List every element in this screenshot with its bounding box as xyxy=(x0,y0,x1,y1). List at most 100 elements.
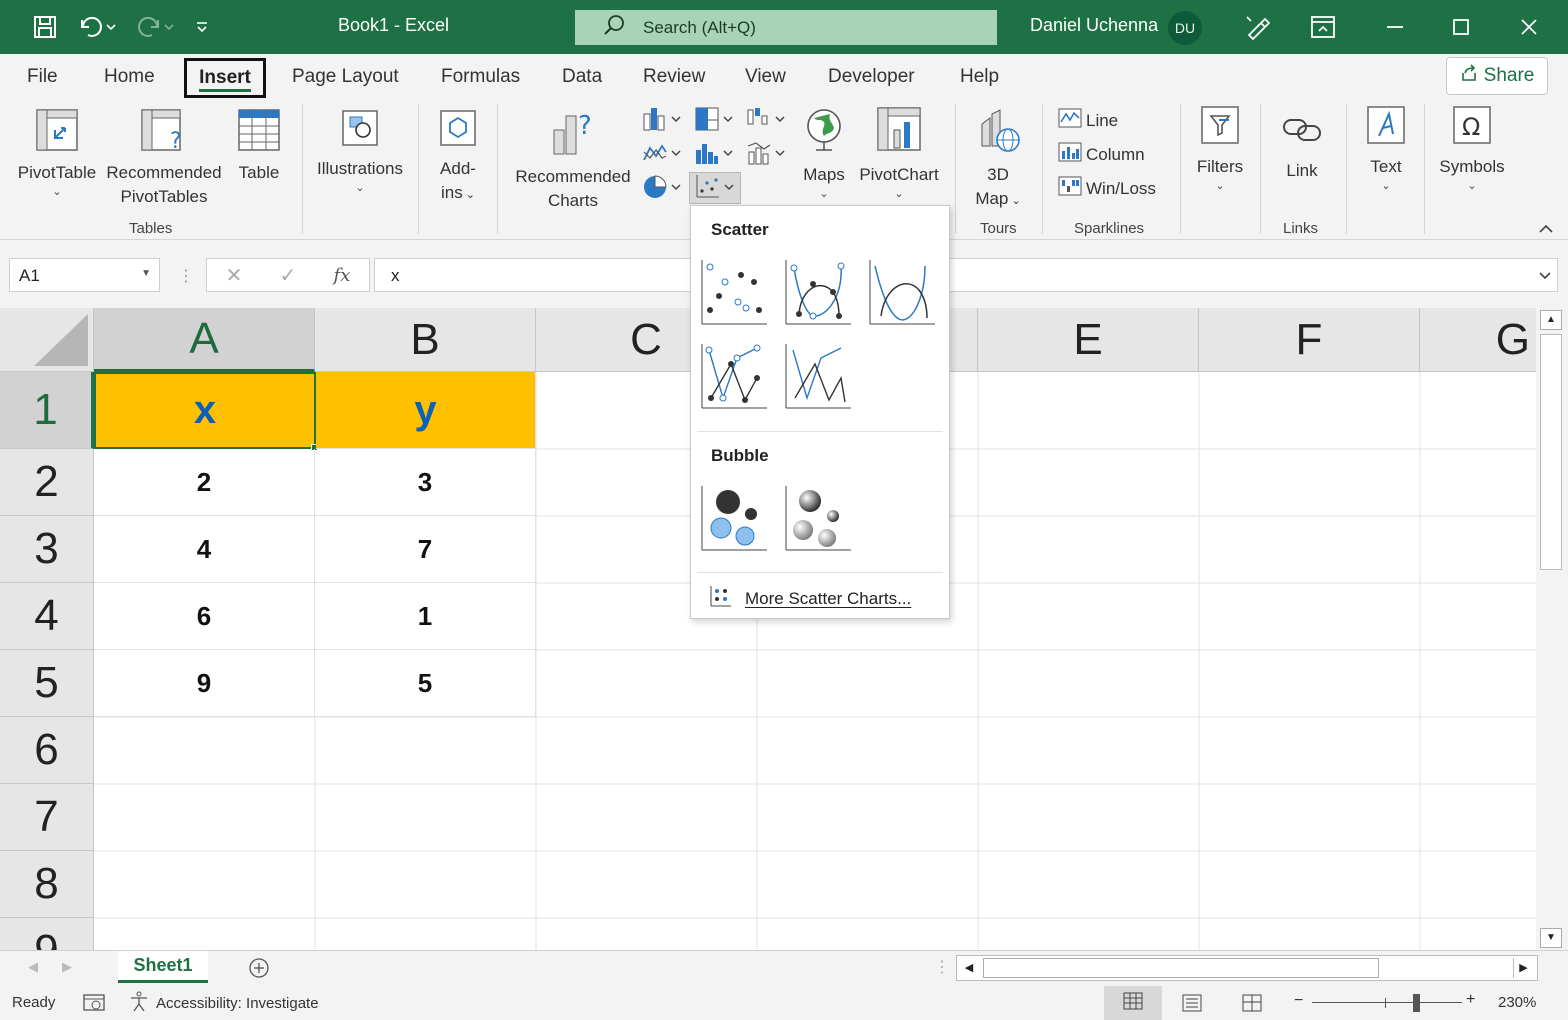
next-sheet-icon[interactable]: ▶ xyxy=(62,959,72,975)
chevron-down-icon[interactable]: ▼ xyxy=(141,268,151,279)
scatter-straight-markers-option[interactable] xyxy=(701,342,767,410)
sparkline-line-button[interactable]: Line xyxy=(1058,108,1118,133)
normal-view-button[interactable] xyxy=(1104,986,1162,1020)
link-button[interactable]: Link xyxy=(1276,110,1328,183)
recommended-charts-button[interactable]: ? Recommended Charts xyxy=(510,108,636,213)
macro-recording-icon[interactable] xyxy=(82,992,106,1016)
undo-icon[interactable] xyxy=(74,10,118,44)
vertical-scroll-thumb[interactable] xyxy=(1540,334,1562,570)
tab-data[interactable]: Data xyxy=(562,66,602,88)
zoom-slider[interactable] xyxy=(1312,1002,1462,1003)
tab-file[interactable]: File xyxy=(27,66,58,88)
cancel-icon[interactable]: ✕ xyxy=(226,263,243,288)
svg-text:?: ? xyxy=(170,129,182,152)
sheet-tab-sheet1[interactable]: Sheet1 xyxy=(118,951,208,983)
vertical-scrollbar[interactable]: ▲ ▼ xyxy=(1536,308,1568,950)
tab-insert[interactable]: Insert xyxy=(184,58,266,98)
zoom-level[interactable]: 230% xyxy=(1498,994,1536,1011)
3d-map-button[interactable]: 3D Map ⌄ xyxy=(966,106,1030,213)
horizontal-scrollbar[interactable]: ◀ ▶ xyxy=(956,955,1538,981)
ribbon-display-icon[interactable] xyxy=(1306,10,1340,44)
accessibility-status[interactable]: Accessibility: Investigate xyxy=(128,990,319,1016)
pivotchart-button[interactable]: PivotChart ⌄ xyxy=(854,106,944,201)
name-box[interactable]: A1 ▼ xyxy=(9,258,160,292)
page-layout-view-icon[interactable] xyxy=(1182,994,1202,1016)
redo-icon[interactable] xyxy=(132,10,176,44)
svg-text:Ω: Ω xyxy=(1462,113,1480,141)
search-icon xyxy=(603,14,625,41)
horizontal-scroll-thumb[interactable] xyxy=(983,958,1379,978)
combo-chart-button[interactable] xyxy=(744,140,788,168)
zoom-slider-thumb[interactable] xyxy=(1413,994,1420,1012)
share-button[interactable]: Share xyxy=(1446,57,1548,95)
3d-bubble-option[interactable] xyxy=(785,484,851,552)
close-icon[interactable] xyxy=(1514,10,1544,44)
scroll-down-icon[interactable]: ▼ xyxy=(1540,928,1562,948)
pivottable-button[interactable]: PivotTable ⌄ xyxy=(14,108,100,199)
user-name[interactable]: Daniel Uchenna xyxy=(1030,15,1158,36)
expand-formula-icon[interactable] xyxy=(1538,268,1552,286)
search-input[interactable]: Search (Alt+Q) xyxy=(575,10,997,45)
column-chart-button[interactable] xyxy=(640,106,684,134)
tab-formulas[interactable]: Formulas xyxy=(441,66,520,88)
tab-review[interactable]: Review xyxy=(643,66,705,88)
previous-sheet-icon[interactable]: ◀ xyxy=(28,959,38,975)
tab-help[interactable]: Help xyxy=(960,66,999,88)
sparkline-column-button[interactable]: Column xyxy=(1058,142,1145,167)
more-scatter-charts-link[interactable]: More Scatter Charts... xyxy=(709,584,911,613)
enter-icon[interactable]: ✓ xyxy=(280,263,297,288)
chevron-down-icon: ⌄ xyxy=(894,188,904,200)
add-sheet-icon[interactable] xyxy=(248,957,270,984)
accessibility-icon xyxy=(128,990,150,1016)
save-icon[interactable] xyxy=(30,10,60,44)
scatter-heading: Scatter xyxy=(711,220,769,239)
customize-toolbar-icon[interactable] xyxy=(192,10,212,44)
recommended-pivottables-button[interactable]: ? Recommended PivotTables xyxy=(102,108,226,209)
links-group-label: Links xyxy=(1283,220,1319,237)
scatter-chart-button[interactable] xyxy=(689,172,741,204)
svg-text:?: ? xyxy=(578,111,592,141)
sparkline-winloss-button[interactable]: Win/Loss xyxy=(1058,176,1156,201)
status-bar: Ready Accessibility: Investigate − + 230… xyxy=(0,986,1568,1020)
split-handle-icon[interactable]: ⋮ xyxy=(934,957,950,977)
tab-view[interactable]: View xyxy=(745,66,786,88)
scatter-straight-lines-option[interactable] xyxy=(785,342,851,410)
drag-handle-icon[interactable]: ⋮ xyxy=(178,266,194,286)
line-chart-button[interactable] xyxy=(640,140,684,168)
bubble-option[interactable] xyxy=(701,484,767,552)
collapse-ribbon-icon[interactable] xyxy=(1538,222,1554,240)
maps-button[interactable]: Maps ⌄ xyxy=(798,106,850,201)
text-button[interactable]: Text ⌄ xyxy=(1358,104,1414,193)
filter-icon xyxy=(1190,104,1250,153)
filters-button[interactable]: Filters ⌄ xyxy=(1190,104,1250,193)
tab-page-layout[interactable]: Page Layout xyxy=(292,66,399,88)
scroll-up-icon[interactable]: ▲ xyxy=(1540,310,1562,330)
hierarchy-chart-button[interactable] xyxy=(692,106,736,134)
page-break-view-icon[interactable] xyxy=(1242,994,1262,1016)
scroll-right-icon[interactable]: ▶ xyxy=(1513,958,1533,978)
pie-chart-button[interactable] xyxy=(640,174,684,202)
scatter-smooth-lines-option[interactable] xyxy=(869,258,935,326)
statistic-chart-button[interactable] xyxy=(692,140,736,168)
addins-button[interactable]: Add- ins ⌄ xyxy=(430,108,486,207)
scatter-smooth-markers-option[interactable] xyxy=(785,258,851,326)
table-button[interactable]: Table xyxy=(232,108,286,185)
insert-function-icon[interactable]: fx xyxy=(334,265,351,286)
statistic-chart-icon xyxy=(694,144,734,170)
illustrations-button[interactable]: Illustrations ⌄ xyxy=(310,108,410,195)
pen-icon[interactable] xyxy=(1240,10,1274,44)
avatar[interactable]: DU xyxy=(1168,11,1202,45)
tab-developer[interactable]: Developer xyxy=(828,66,915,88)
symbols-button[interactable]: Ω Symbols ⌄ xyxy=(1434,104,1510,193)
scatter-markers-option[interactable] xyxy=(701,258,767,326)
minimize-icon[interactable] xyxy=(1380,10,1410,44)
tab-home[interactable]: Home xyxy=(104,66,155,88)
ribbon-separator xyxy=(1180,104,1181,234)
scroll-left-icon[interactable]: ◀ xyxy=(959,958,979,978)
formula-input[interactable]: x xyxy=(374,258,1558,292)
maximize-icon[interactable] xyxy=(1446,10,1476,44)
pie-chart-icon xyxy=(642,175,682,204)
zoom-out-icon[interactable]: − xyxy=(1294,992,1303,1010)
zoom-in-icon[interactable]: + xyxy=(1466,991,1475,1009)
waterfall-chart-button[interactable] xyxy=(744,106,788,134)
